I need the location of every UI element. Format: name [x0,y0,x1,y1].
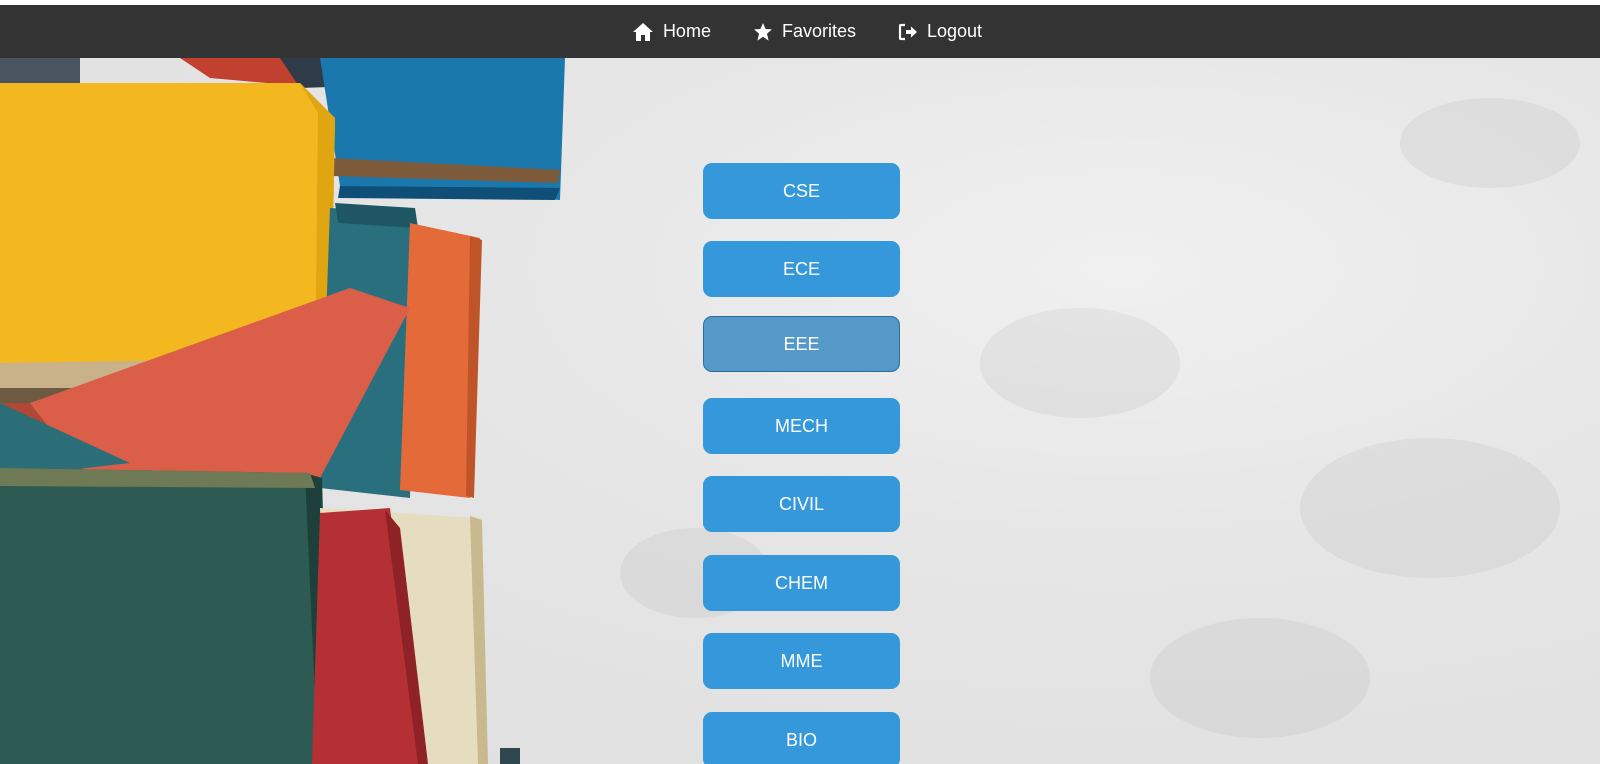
dept-button-mme[interactable]: MME [703,633,900,689]
nav-home-label: Home [662,21,711,41]
nav-logout-label: Logout [926,21,983,41]
dept-button-mech[interactable]: MECH [703,398,900,454]
nav-favorites-label: Favorites [781,21,856,41]
dept-button-bio[interactable]: BIO [703,712,900,764]
hero-background: CSE ECE EEE MECH CIVIL CHEM MME BIO [0,58,1600,764]
dept-button-cse[interactable]: CSE [703,163,900,219]
home-icon [632,22,653,41]
nav-home-link[interactable]: Home [611,5,732,58]
nav-logout-link[interactable]: Logout [877,5,1003,58]
books-illustration [0,58,565,764]
dept-button-ece[interactable]: ECE [703,241,900,297]
dept-button-chem[interactable]: CHEM [703,555,900,611]
navbar: Home Favorites Logout [0,5,1600,58]
star-icon [753,22,772,41]
dept-button-civil[interactable]: CIVIL [703,476,900,532]
nav-favorites-link[interactable]: Favorites [732,5,877,58]
logout-icon [898,23,917,40]
dept-button-eee[interactable]: EEE [703,316,900,372]
